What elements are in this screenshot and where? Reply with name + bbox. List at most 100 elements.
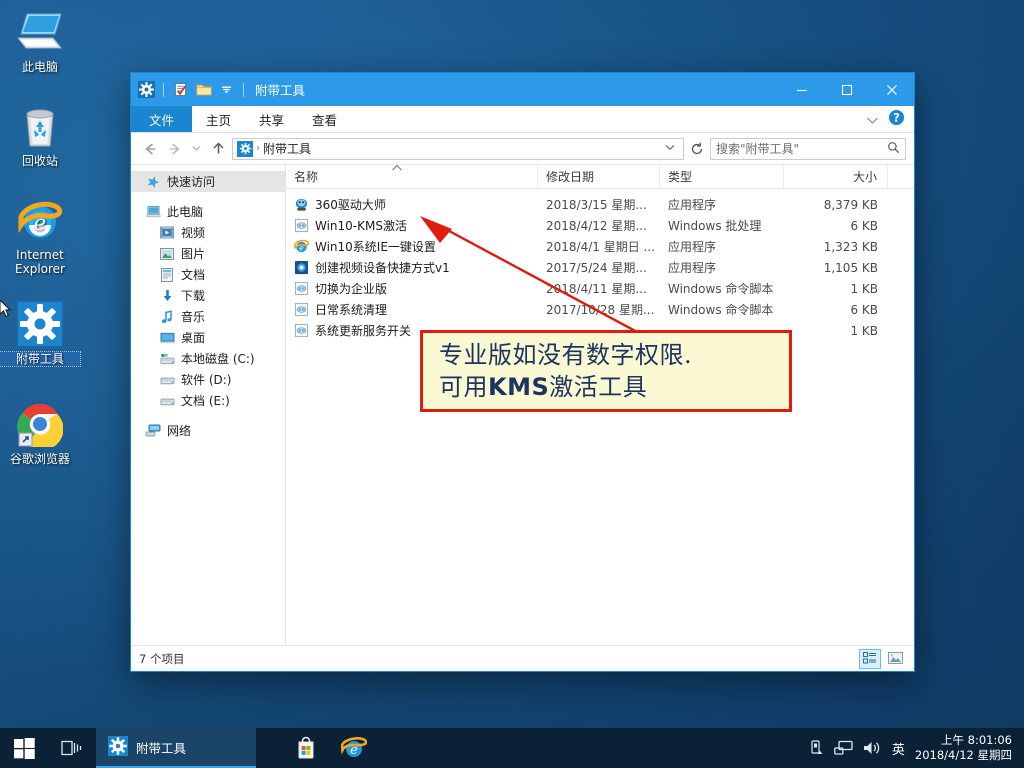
desktop-icon-recycle-bin[interactable]: 回收站 — [0, 102, 80, 168]
column-header-size[interactable]: 大小 — [784, 164, 888, 188]
tab-view[interactable]: 查看 — [298, 106, 351, 132]
search-input[interactable]: 搜索"附带工具" — [710, 137, 906, 160]
task-view-icon[interactable] — [48, 728, 96, 768]
file-type: Windows 批处理 — [668, 219, 762, 233]
desktop-icon — [159, 330, 175, 346]
ribbon-tab-bar[interactable]: 文件 主页 共享 查看 ? — [131, 106, 914, 133]
refresh-button[interactable] — [687, 138, 707, 160]
desktop-icon-internet-explorer[interactable]: e Internet Explorer — [0, 196, 80, 276]
file-size: 1,105 KB — [823, 260, 878, 275]
usb-eject-icon[interactable] — [809, 739, 824, 757]
taskbar-item-internet-explorer[interactable]: e — [330, 728, 378, 768]
internet-explorer-icon: e — [16, 196, 64, 244]
sidebar-item-network[interactable]: 网络 — [131, 420, 285, 441]
breadcrumb[interactable]: › 附带工具 — [232, 137, 684, 160]
computer-icon — [16, 8, 64, 56]
tab-home[interactable]: 主页 — [192, 106, 245, 132]
tab-file[interactable]: 文件 — [131, 106, 193, 132]
sidebar-item-drive-e[interactable]: 文档 (E:) — [131, 390, 285, 411]
details-view-icon[interactable] — [859, 648, 881, 669]
sort-ascending-icon — [391, 164, 403, 175]
star-pin-icon — [145, 174, 161, 190]
help-icon[interactable]: ? — [888, 109, 905, 130]
column-header-type[interactable]: 类型 — [660, 164, 784, 188]
navigation-pane[interactable]: 快速访问 此电脑 视频 图片 文档 下载 音乐 桌面 本地磁盘 (C:) 软件 … — [131, 165, 286, 645]
ime-indicator[interactable]: 英 — [892, 739, 905, 758]
sidebar-item-music[interactable]: 音乐 — [131, 306, 285, 327]
table-row[interactable]: 创建视频设备快捷方式v1 2017/5/24 星期... 应用程序 1,105 … — [286, 257, 914, 278]
view-buttons[interactable] — [859, 648, 906, 669]
taskbar-item-microsoft-store[interactable] — [282, 728, 330, 768]
annotation-line-2-pre: 可用 — [439, 373, 488, 401]
taskbar-item-label: 附带工具 — [136, 740, 187, 756]
batch-script-icon — [293, 323, 309, 339]
file-type: 应用程序 — [668, 240, 717, 254]
new-folder-icon[interactable] — [194, 80, 213, 99]
sidebar-item-label: 快速访问 — [167, 175, 216, 189]
column-header-row[interactable]: 名称 修改日期 类型 大小 — [286, 164, 914, 189]
svg-text:e: e — [299, 243, 304, 252]
windows-start-icon[interactable] — [0, 728, 48, 768]
table-row[interactable]: e Win10系统IE一键设置 2018/4/1 星期日 ... 应用程序 1,… — [286, 236, 914, 257]
minimize-button[interactable] — [779, 73, 824, 106]
gear-icon[interactable] — [137, 80, 156, 99]
file-size: 1 KB — [850, 323, 878, 338]
up-button[interactable] — [207, 138, 229, 160]
breadcrumb-separator: › — [256, 143, 260, 154]
back-button[interactable] — [139, 138, 161, 160]
forward-button[interactable] — [164, 138, 186, 160]
network-icon[interactable] — [834, 740, 853, 756]
taskbar-clock[interactable]: 上午 8:01:06 2018/4/12 星期四 — [915, 733, 1016, 763]
address-bar[interactable]: › 附带工具 搜索"附带工具" — [131, 133, 914, 164]
close-button[interactable] — [869, 73, 914, 106]
file-size: 6 KB — [850, 302, 878, 317]
table-row[interactable]: 日常系统清理 2017/10/28 星期... Windows 命令脚本 6 K… — [286, 299, 914, 320]
downloads-icon — [159, 288, 175, 304]
sidebar-item-local-disk-c[interactable]: 本地磁盘 (C:) — [131, 348, 285, 369]
annotation-line-2: 可用KMS激活工具 — [439, 371, 789, 403]
column-header-date[interactable]: 修改日期 — [538, 164, 660, 188]
desktop-icon-fudai-tools[interactable]: 附带工具 — [0, 300, 81, 367]
taskbar-item-fudai-tools[interactable]: 附带工具 — [96, 728, 256, 768]
desktop-icon-label-line2: Explorer — [15, 262, 65, 276]
gear-icon — [237, 140, 253, 157]
table-row[interactable]: 360驱动大师 2018/3/15 星期... 应用程序 8,379 KB — [286, 194, 914, 215]
breadcrumb-path[interactable]: 附带工具 — [263, 140, 311, 157]
recent-locations-icon[interactable] — [189, 138, 204, 160]
table-row[interactable]: Win10-KMS激活 2018/4/12 星期... Windows 批处理 … — [286, 215, 914, 236]
local-disk-icon — [159, 351, 175, 367]
window-controls[interactable] — [779, 73, 914, 106]
sidebar-item-documents[interactable]: 文档 — [131, 264, 285, 285]
large-icons-view-icon[interactable] — [884, 649, 906, 669]
chevron-down-icon[interactable] — [217, 80, 236, 99]
sidebar-item-desktop[interactable]: 桌面 — [131, 327, 285, 348]
properties-icon[interactable] — [171, 80, 190, 99]
sidebar-item-downloads[interactable]: 下载 — [131, 285, 285, 306]
desktop-icon-label: 谷歌浏览器 — [9, 452, 70, 466]
title-bar[interactable]: 附带工具 — [131, 73, 914, 106]
file-name: 系统更新服务开关 — [315, 324, 412, 338]
tab-share[interactable]: 共享 — [245, 106, 298, 132]
status-bar: 7 个项目 — [131, 645, 914, 671]
sidebar-item-this-pc[interactable]: 此电脑 — [131, 201, 285, 222]
desktop[interactable]: 此电脑 回收站 e Internet Explorer 附带工具 谷歌浏览器 附… — [0, 0, 1024, 768]
column-header-name[interactable]: 名称 — [286, 164, 538, 188]
desktop-icon-chrome[interactable]: 谷歌浏览器 — [0, 400, 80, 466]
sidebar-item-quick-access[interactable]: 快速访问 — [131, 171, 285, 192]
sidebar-item-label: 文档 (E:) — [181, 394, 230, 408]
desktop-icon-this-pc[interactable]: 此电脑 — [0, 8, 80, 74]
search-icon[interactable] — [887, 141, 900, 157]
chevron-down-icon[interactable] — [866, 110, 879, 129]
volume-icon[interactable] — [863, 740, 882, 756]
table-row[interactable]: 切换为企业版 2018/4/11 星期... Windows 命令脚本 1 KB — [286, 278, 914, 299]
quick-access-toolbar[interactable] — [137, 80, 247, 99]
gear-icon — [108, 735, 128, 759]
taskbar[interactable]: 附带工具 e 英 上午 8:01:06 2018/4/12 星期四 — [0, 728, 1024, 768]
sidebar-item-pictures[interactable]: 图片 — [131, 243, 285, 264]
desktop-icon-label-line1: Internet — [16, 248, 64, 262]
chevron-down-icon[interactable] — [661, 144, 679, 154]
sidebar-item-drive-d[interactable]: 软件 (D:) — [131, 369, 285, 390]
sidebar-item-videos[interactable]: 视频 — [131, 222, 285, 243]
system-tray[interactable]: 英 上午 8:01:06 2018/4/12 星期四 — [809, 733, 1024, 763]
maximize-button[interactable] — [824, 73, 869, 106]
